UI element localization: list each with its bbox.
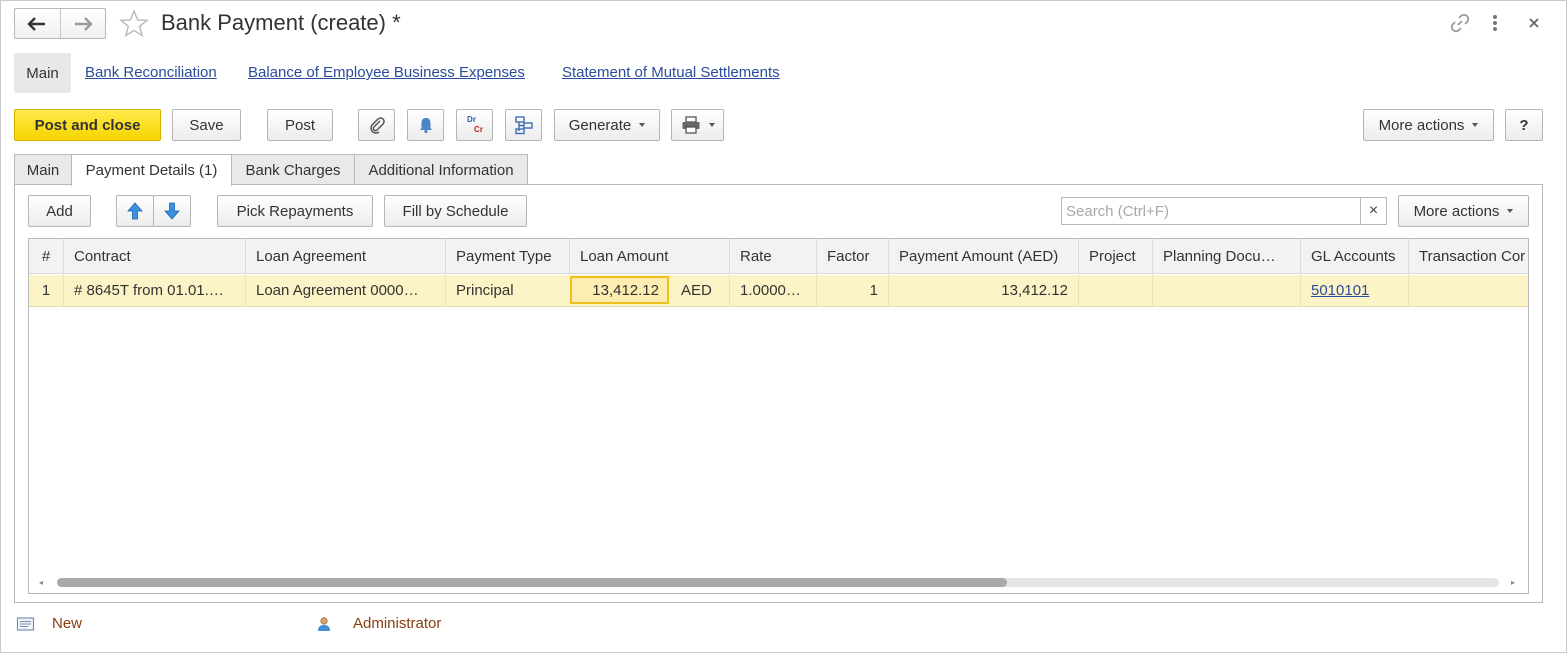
user-icon [318,616,330,631]
column-header-contract[interactable]: Contract [63,239,245,273]
gl-account-link[interactable]: 5010101 [1311,282,1369,299]
chevron-down-icon [1472,123,1479,127]
generate-label: Generate [568,116,632,134]
hierarchy-icon [514,116,533,135]
cell-planning-document[interactable] [1152,275,1300,306]
tab-bank-charges[interactable]: Bank Charges [231,154,355,185]
column-header-rate[interactable]: Rate [729,239,816,273]
tab-payment-details[interactable]: Payment Details (1) [71,154,232,186]
arrow-down-icon [164,202,180,220]
link-bank-reconciliation[interactable]: Bank Reconciliation [85,64,217,81]
search-input[interactable] [1062,198,1360,224]
document-author: Administrator [316,615,441,632]
history-navigation [14,8,106,39]
cell-gl-accounts[interactable]: 5010101 [1300,275,1408,306]
arrow-up-icon [127,202,143,220]
contract-value: # 8645T from 01.01.… [74,282,224,299]
post-and-close-button[interactable]: Post and close [14,109,161,141]
back-button[interactable] [15,9,60,38]
column-header-factor[interactable]: Factor [816,239,888,273]
scroll-thumb[interactable] [57,578,1007,587]
structure-button[interactable] [505,109,542,141]
link-balance-employee-expenses[interactable]: Balance of Employee Business Expenses [248,64,525,81]
add-button[interactable]: Add [28,195,91,227]
column-header-loan-agreement[interactable]: Loan Agreement [245,239,445,273]
chevron-down-icon [639,123,646,127]
link-icon[interactable] [1449,12,1471,34]
cell-payment-amount[interactable]: 13,412.12 [888,275,1078,306]
attach-button[interactable] [358,109,395,141]
planning-document-label: Planning Docu… [1163,247,1276,265]
post-button[interactable]: Post [267,109,333,141]
payment-details-table: # Contract Loan Agreement Payment Type L… [28,238,1529,594]
row-number: 1 [41,282,51,299]
table-row[interactable]: 1 # 8645T from 01.01.… Loan Agreement 00… [29,275,1528,307]
tab-main[interactable]: Main [14,154,72,185]
move-up-button[interactable] [116,195,154,227]
dr-cr-button[interactable]: Dr Cr [456,109,493,141]
favorite-star-icon[interactable] [118,8,150,40]
author-name: Administrator [353,615,442,632]
clear-search-button[interactable]: × [1360,198,1386,224]
reminder-button[interactable] [407,109,444,141]
cell-rate[interactable]: 1.0000… [729,275,816,306]
status-text: New [52,615,83,632]
move-down-button[interactable] [153,195,191,227]
column-header-gl-accounts[interactable]: GL Accounts [1300,239,1408,273]
close-icon[interactable] [1523,12,1545,34]
more-vertical-icon[interactable] [1484,12,1506,34]
loan-agreement-value: Loan Agreement 0000… [256,282,419,299]
column-header-payment-type[interactable]: Payment Type [445,239,569,273]
cell-factor[interactable]: 1 [816,275,888,306]
horizontal-scrollbar[interactable]: ◂ ▸ [39,578,1517,587]
chevron-down-icon [708,123,715,127]
cell-currency[interactable]: AED [671,275,729,306]
help-button[interactable]: ? [1505,109,1543,141]
link-statement-mutual-settlements[interactable]: Statement of Mutual Settlements [562,64,780,81]
arrow-left-icon [27,16,46,31]
print-button[interactable] [671,109,724,141]
column-header-number[interactable]: # [29,239,63,273]
chevron-down-icon [1507,209,1514,213]
bell-icon [419,118,432,134]
more-actions-button[interactable]: More actions [1363,109,1494,141]
cell-loan-amount[interactable]: 13,412.12 [570,276,669,304]
table-header: # Contract Loan Agreement Payment Type L… [29,239,1528,274]
pick-repayments-button[interactable]: Pick Repayments [217,195,373,227]
cell-loan-agreement[interactable]: Loan Agreement 0000… [245,275,445,306]
cell-project[interactable] [1078,275,1152,306]
dr-label: Dr [467,115,476,124]
cell-transaction[interactable] [1408,275,1528,306]
fill-by-schedule-button[interactable]: Fill by Schedule [384,195,527,227]
document-status: New [16,615,82,632]
cell-contract[interactable]: # 8645T from 01.01.… [63,275,245,306]
column-header-loan-amount[interactable]: Loan Amount [569,239,729,273]
more-actions-label: More actions [1378,116,1465,134]
paperclip-icon [369,117,385,134]
save-button[interactable]: Save [172,109,241,141]
cell-payment-type[interactable]: Principal [445,275,569,306]
search-box: × [1061,197,1387,225]
generate-button[interactable]: Generate [554,109,660,141]
details-more-actions-button[interactable]: More actions [1398,195,1529,227]
details-more-actions-label: More actions [1413,202,1500,220]
page-title: Bank Payment (create) * [161,10,401,35]
column-header-project[interactable]: Project [1078,239,1152,273]
column-header-payment-amount[interactable]: Payment Amount (AED) [888,239,1078,273]
document-icon [16,616,35,631]
forward-button[interactable] [59,9,106,38]
scroll-left-icon[interactable]: ◂ [39,578,43,587]
scroll-right-icon[interactable]: ▸ [1511,578,1515,587]
tab-additional-information[interactable]: Additional Information [354,154,528,185]
column-header-transaction[interactable]: Transaction Cor [1408,239,1528,273]
section-main[interactable]: Main [14,53,71,93]
arrow-right-icon [74,16,93,31]
cr-label: Cr [474,125,483,134]
printer-icon [682,116,699,134]
rate-value: 1.0000… [740,282,801,299]
column-header-planning-document[interactable]: Planning Docu… [1152,239,1300,273]
